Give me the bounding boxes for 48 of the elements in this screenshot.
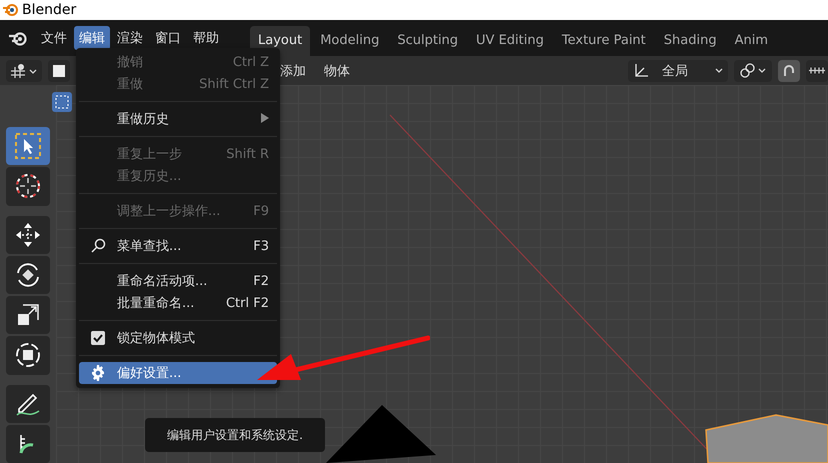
search-icon bbox=[90, 238, 106, 254]
grid-pin-icon bbox=[9, 62, 39, 78]
select-icon bbox=[13, 131, 43, 162]
cursor-tool-button[interactable] bbox=[6, 167, 50, 206]
workspace-tab[interactable]: Texture Paint bbox=[554, 26, 654, 56]
move-tool-button[interactable] bbox=[6, 216, 50, 254]
magnet-icon bbox=[781, 62, 797, 78]
menu-item[interactable]: 帮助 bbox=[188, 26, 224, 50]
header-menu[interactable]: 添加 bbox=[280, 62, 306, 80]
caret-icon bbox=[714, 66, 724, 74]
workspace-tab[interactable]: Sculpting bbox=[389, 26, 466, 56]
blender-logo-icon bbox=[2, 4, 18, 16]
scale-tool-button[interactable] bbox=[6, 296, 50, 334]
workspace-tab[interactable]: UV Editing bbox=[468, 26, 552, 56]
menu-item[interactable]: 批量重命名... Ctrl F2 bbox=[79, 292, 277, 314]
menu-item[interactable]: 文件 bbox=[36, 26, 72, 50]
editor-type-button[interactable] bbox=[6, 60, 42, 82]
header-menu[interactable]: 物体 bbox=[324, 62, 350, 80]
measure-tool-button[interactable] bbox=[6, 424, 50, 463]
settings-icon bbox=[90, 365, 106, 381]
menu-item[interactable]: 重做历史 bbox=[79, 108, 277, 130]
submenu-arrow-icon bbox=[261, 112, 269, 122]
workspace-tab[interactable]: Modeling bbox=[312, 26, 388, 56]
menu-item[interactable]: 编辑 bbox=[74, 26, 110, 50]
menu-item[interactable]: 锁定物体模式 bbox=[79, 327, 277, 349]
menu-item[interactable]: 偏好设置... bbox=[79, 362, 277, 384]
menu-item[interactable]: 菜单查找... F3 bbox=[79, 235, 277, 257]
pivot-dropdown[interactable] bbox=[734, 60, 772, 82]
tooltip: 编辑用户设置和系统设定. bbox=[145, 418, 325, 452]
workspace-tab[interactable]: Anim bbox=[726, 26, 776, 56]
select-box-icon[interactable] bbox=[52, 92, 72, 112]
select-tool-button[interactable] bbox=[6, 127, 50, 166]
square-icon bbox=[51, 62, 67, 78]
select-mode-button[interactable] bbox=[48, 60, 70, 82]
snap-options-button[interactable] bbox=[806, 60, 828, 82]
menu-item[interactable]: 窗口 bbox=[150, 26, 186, 50]
transform-tool-button[interactable] bbox=[6, 336, 50, 374]
window-title: Blender bbox=[22, 2, 76, 18]
checkbox[interactable] bbox=[91, 331, 105, 345]
annotate-tool-button[interactable] bbox=[6, 384, 50, 423]
menu-item[interactable]: 重命名活动项... F2 bbox=[79, 270, 277, 292]
snap-toggle-button[interactable] bbox=[778, 60, 800, 82]
blender-logo-icon[interactable] bbox=[8, 30, 28, 46]
ruler-icon bbox=[809, 67, 825, 74]
menu-item[interactable]: 渲染 bbox=[112, 26, 148, 50]
orientation-dropdown[interactable]: 全局 bbox=[628, 60, 728, 82]
workspace-tab[interactable]: Shading bbox=[656, 26, 725, 56]
rotate-tool-button[interactable] bbox=[6, 256, 50, 294]
